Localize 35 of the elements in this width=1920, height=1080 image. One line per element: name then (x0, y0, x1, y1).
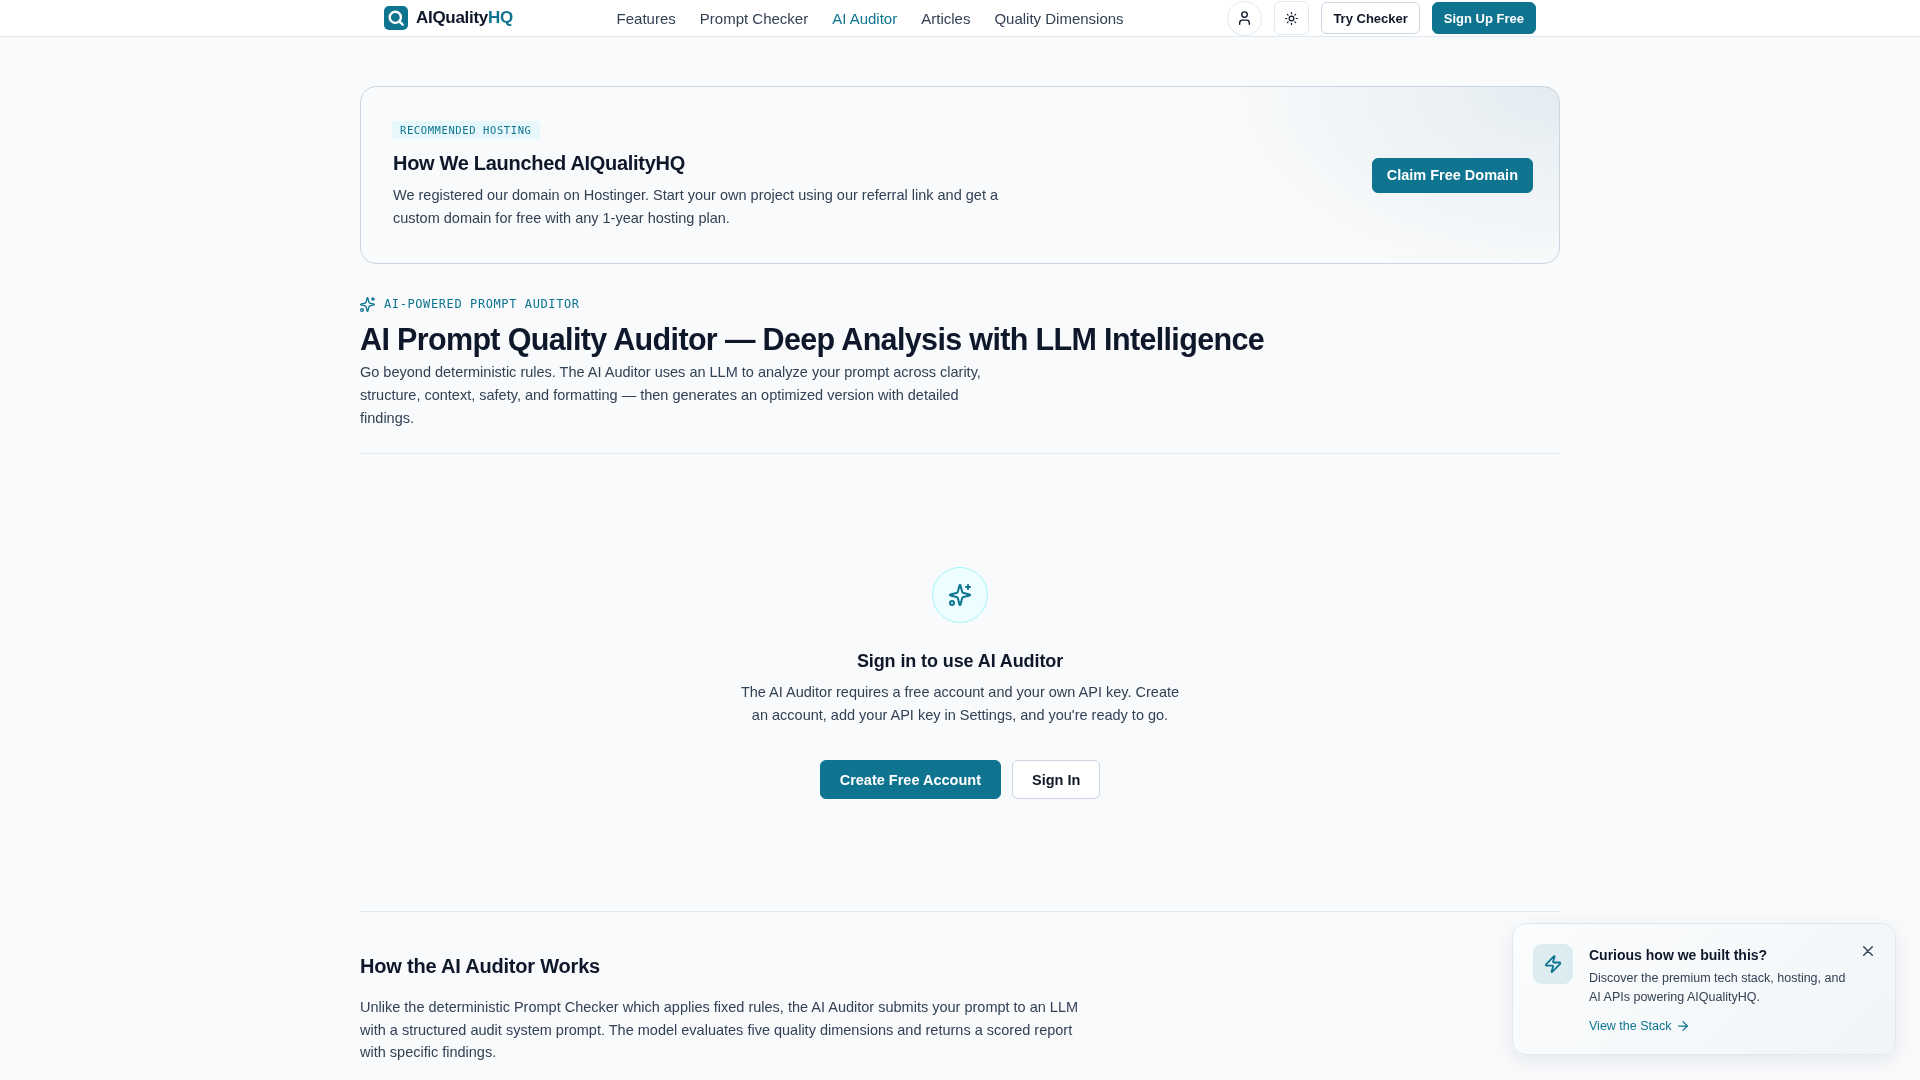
sun-icon (1285, 11, 1299, 25)
view-stack-link[interactable]: View the Stack (1589, 1017, 1689, 1035)
account-button[interactable] (1227, 0, 1263, 36)
banner-title: How We Launched AIQualityHQ (393, 150, 685, 176)
sign-in-title: Sign in to use AI Auditor (856, 650, 1064, 673)
arrow-right-icon (1678, 1021, 1689, 1031)
category-tag: RECOMMENDED HOSTING (392, 120, 540, 139)
section-title: How the AI Auditor Works (360, 954, 601, 979)
notification-text: Discover the premium tech stack, hosting, and AI APIs powering AIQualityHQ. (1589, 970, 1847, 1006)
claim-domain-button[interactable]: Claim Free Domain (1371, 157, 1533, 193)
eyebrow-label: AI-POWERED PROMPT AUDITOR (384, 296, 580, 312)
sign-up-button[interactable]: Sign Up Free (1431, 2, 1536, 34)
lightning-icon (1533, 944, 1573, 984)
section-text: Unlike the deterministic Prompt Checker which applies fixed rules, the AI Auditor submits your prompt to an LLM with a structured audit system prompt. The model evaluates five quality dimensions and returns a scored report with specific findings. (360, 998, 1080, 1062)
theme-toggle-button[interactable] (1274, 1, 1310, 35)
close-icon (1863, 946, 1873, 956)
nav-link[interactable]: Articles (921, 9, 971, 27)
page-title: AI Prompt Quality Auditor — Deep Analysis with LLM Intelligence (360, 321, 1266, 358)
sign-in-text: The AI Auditor requires a free account and your own API key. Create an account, add your API key in Settings, and you're ready to go. (739, 683, 1181, 725)
sign-in-button[interactable]: Sign In (1011, 760, 1101, 799)
create-account-button[interactable]: Create Free Account (819, 760, 1001, 799)
nav-link[interactable]: Prompt Checker (699, 9, 809, 27)
user-icon (1239, 11, 1251, 25)
sparkles-icon (932, 567, 988, 623)
nav-link[interactable]: AI Auditor (832, 9, 898, 27)
nav-link[interactable]: Features (616, 9, 676, 27)
magnifier-logo-icon (384, 6, 408, 30)
sparkles-icon (360, 296, 375, 312)
page-intro: Go beyond deterministic rules. The AI Auditor uses an LLM to analyze your prompt across clarity, structure, context, safety, and formatting — then generates an optimized version with detailed findings. (360, 363, 982, 428)
banner-text: We registered our domain on Hostinger. Start your own project using our referral link and get a custom domain for free with any 1-year hosting plan. (393, 185, 1000, 228)
nav-link[interactable]: Quality Dimensions (994, 9, 1124, 27)
logo-link[interactable]: AIQualityHQ (384, 6, 513, 30)
close-button[interactable] (1861, 944, 1875, 958)
try-checker-button[interactable]: Try Checker (1321, 2, 1420, 34)
notification-title: Curious how we built this? (1589, 946, 1768, 965)
